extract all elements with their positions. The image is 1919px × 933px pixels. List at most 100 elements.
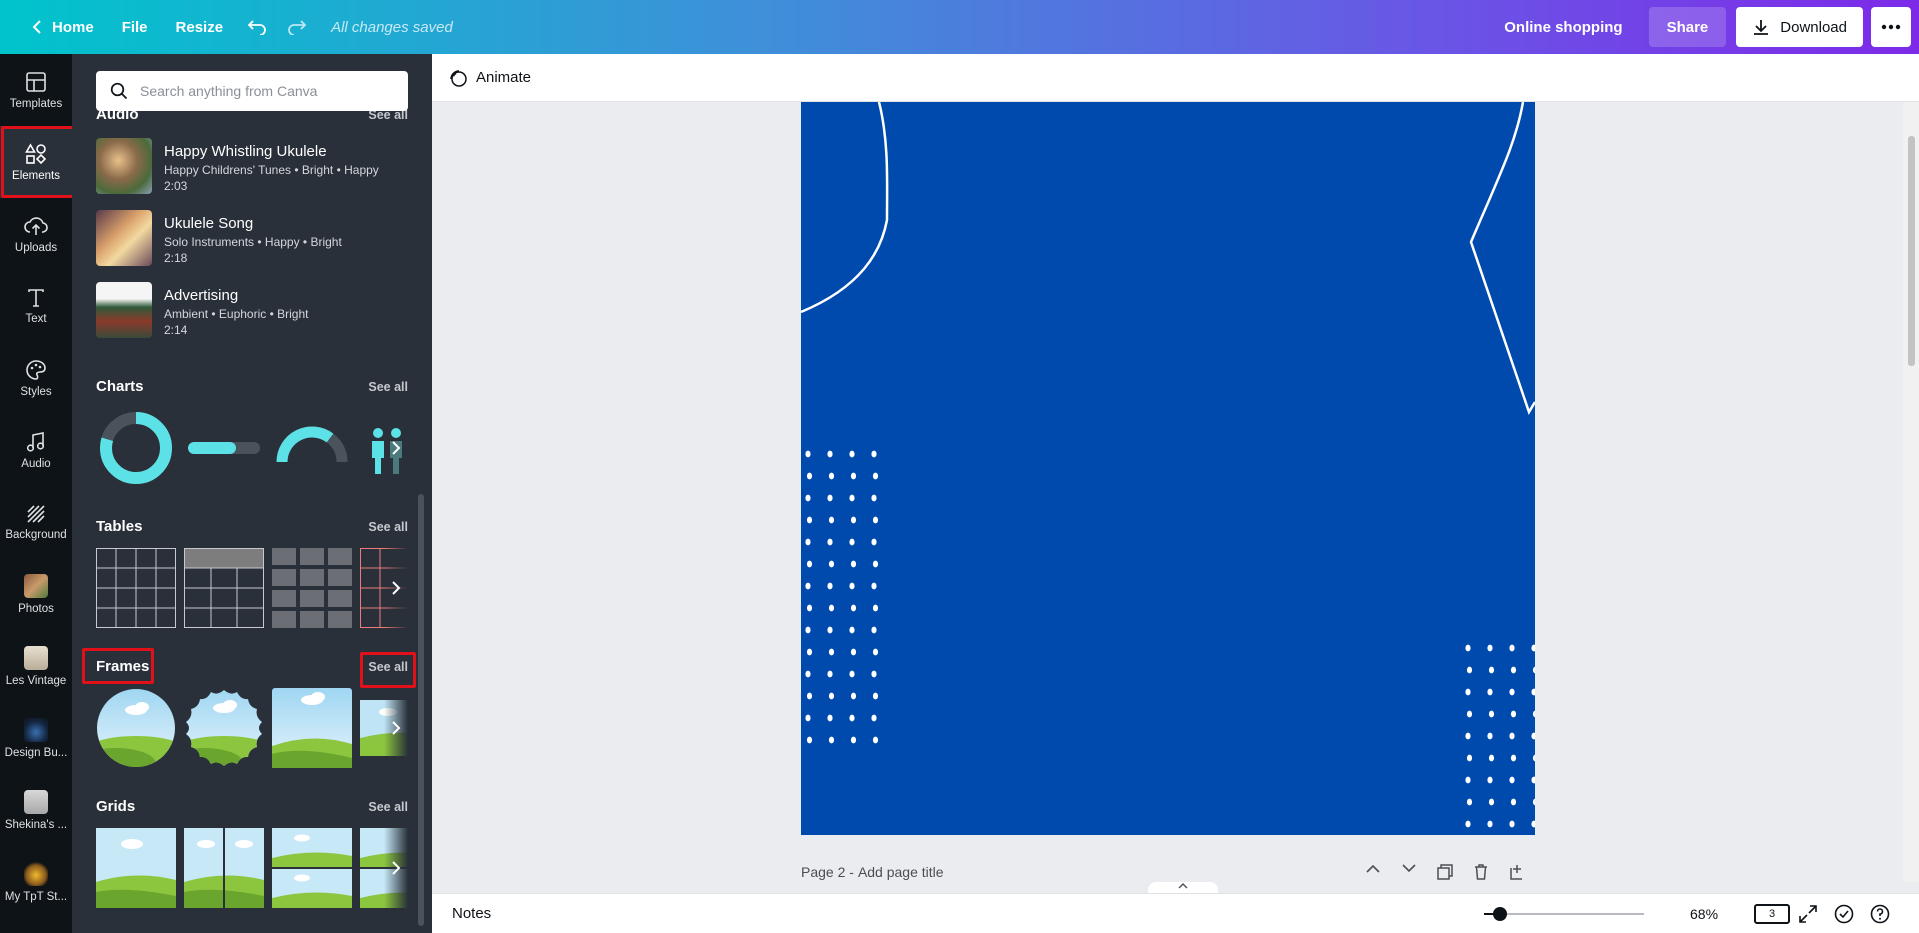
move-page-down-button[interactable] bbox=[1391, 864, 1427, 880]
add-page-icon bbox=[1510, 865, 1522, 880]
duplicate-page-button[interactable] bbox=[1427, 864, 1463, 880]
rail-item-les-vintage[interactable]: Les Vintage bbox=[0, 630, 72, 702]
zoom-slider[interactable] bbox=[1484, 907, 1644, 921]
audio-track[interactable]: Advertising Ambient • Euphoric • Bright … bbox=[96, 282, 408, 340]
canvas-scrollbar-thumb[interactable] bbox=[1908, 136, 1915, 366]
audio-track[interactable]: Ukulele Song Solo Instruments • Happy • … bbox=[96, 210, 408, 268]
grid-two-row-tile[interactable] bbox=[272, 828, 352, 908]
table-grid-icon bbox=[96, 548, 176, 628]
undo-icon bbox=[247, 20, 266, 35]
scalloped-frame-tile[interactable] bbox=[184, 688, 264, 768]
dot bbox=[827, 670, 833, 678]
trash-icon bbox=[1475, 864, 1487, 880]
grid-two-column-tile[interactable] bbox=[184, 828, 264, 908]
fullscreen-button[interactable] bbox=[1790, 905, 1826, 923]
canvas-scrollbar[interactable] bbox=[1903, 102, 1919, 882]
donut-chart-tile[interactable] bbox=[96, 408, 176, 488]
templates-icon bbox=[26, 71, 46, 92]
dot bbox=[871, 538, 877, 546]
square-frame-tile[interactable] bbox=[272, 688, 352, 768]
page-count-button[interactable]: 3 bbox=[1754, 904, 1790, 924]
tables-next-arrow[interactable] bbox=[384, 548, 408, 628]
rail-item-background[interactable]: Background bbox=[0, 486, 72, 558]
check-design-button[interactable] bbox=[1826, 904, 1862, 924]
add-page-button[interactable] bbox=[1499, 864, 1535, 880]
design-page[interactable] bbox=[801, 102, 1535, 835]
rail-item-templates[interactable]: Templates bbox=[0, 54, 72, 126]
photos-icon bbox=[24, 573, 48, 598]
help-button[interactable] bbox=[1862, 904, 1898, 924]
audio-track-info: Ukulele Song Solo Instruments • Happy • … bbox=[164, 210, 342, 268]
animate-button[interactable]: Animate bbox=[476, 69, 531, 86]
file-menu-button[interactable]: File bbox=[108, 7, 162, 47]
undo-button[interactable] bbox=[237, 7, 277, 47]
page-title-input[interactable]: Add page title bbox=[858, 864, 944, 880]
frames-section-header: Frames See all bbox=[96, 658, 408, 675]
notes-button[interactable]: Notes bbox=[452, 905, 491, 922]
left-dot-pattern bbox=[805, 450, 879, 744]
table-header-tile[interactable] bbox=[184, 548, 264, 628]
circle-frame-icon bbox=[97, 689, 175, 767]
zoom-slider-handle[interactable] bbox=[1493, 907, 1507, 921]
chevron-right-icon bbox=[392, 721, 401, 735]
panel-scrollbar[interactable] bbox=[418, 494, 424, 926]
grids-next-arrow[interactable] bbox=[384, 828, 408, 908]
zoom-level[interactable]: 68% bbox=[1690, 906, 1718, 922]
audio-track[interactable]: Happy Whistling Ukulele Happy Childrens'… bbox=[96, 138, 408, 196]
rail-item-audio[interactable]: Audio bbox=[0, 414, 72, 486]
table-plain-tile[interactable] bbox=[96, 548, 176, 628]
move-page-up-button[interactable] bbox=[1355, 864, 1391, 880]
dot bbox=[828, 692, 835, 700]
charts-see-all-link[interactable]: See all bbox=[368, 380, 408, 394]
audio-track-duration: 2:18 bbox=[164, 251, 188, 265]
more-options-button[interactable] bbox=[1871, 7, 1911, 47]
download-button[interactable]: Download bbox=[1736, 7, 1863, 47]
dot bbox=[871, 582, 877, 590]
design-title[interactable]: Online shopping bbox=[1504, 19, 1622, 36]
rail-item-styles[interactable]: Styles bbox=[0, 342, 72, 414]
dot bbox=[1465, 732, 1471, 740]
gauge-chart-tile[interactable] bbox=[272, 408, 352, 488]
top-bar: Home File Resize All changes saved Onlin… bbox=[0, 0, 1919, 54]
circle-frame-tile[interactable] bbox=[96, 688, 176, 768]
rail-item-my-tpt-store[interactable]: My TpT St... bbox=[0, 846, 72, 918]
left-rail: Templates Elements Uploads Text Styles A… bbox=[0, 54, 75, 933]
search-input[interactable] bbox=[140, 83, 390, 99]
frames-see-all-link[interactable]: See all bbox=[368, 660, 408, 674]
dot bbox=[806, 692, 813, 700]
grid-single-tile[interactable] bbox=[96, 828, 176, 908]
rail-item-shekinas[interactable]: Shekina's ... bbox=[0, 774, 72, 846]
resize-button[interactable]: Resize bbox=[162, 7, 238, 47]
rail-item-uploads[interactable]: Uploads bbox=[0, 198, 72, 270]
music-note-icon bbox=[26, 431, 45, 452]
bottom-bar: Notes 68% 3 bbox=[432, 893, 1919, 933]
table-filled-tile[interactable] bbox=[272, 548, 352, 628]
grids-see-all-link[interactable]: See all bbox=[368, 800, 408, 814]
dot bbox=[872, 516, 879, 524]
tables-see-all-link[interactable]: See all bbox=[368, 520, 408, 534]
progress-bar-tile[interactable] bbox=[184, 408, 264, 488]
dot bbox=[1510, 666, 1517, 674]
rail-item-photos[interactable]: Photos bbox=[0, 558, 72, 630]
grids-row bbox=[96, 828, 408, 908]
home-button[interactable]: Home bbox=[18, 7, 108, 47]
delete-page-button[interactable] bbox=[1463, 864, 1499, 880]
redo-button[interactable] bbox=[277, 7, 317, 47]
rail-item-design-bundle[interactable]: Design Bu... bbox=[0, 702, 72, 774]
dot bbox=[849, 670, 855, 678]
dot bbox=[805, 670, 811, 678]
dot bbox=[850, 472, 857, 480]
palette-icon bbox=[26, 359, 46, 380]
dot bbox=[1487, 732, 1493, 740]
share-button[interactable]: Share bbox=[1648, 7, 1727, 47]
rail-label: Audio bbox=[21, 457, 51, 470]
scalloped-frame-icon bbox=[186, 690, 262, 766]
audio-track-meta: Ambient • Euphoric • Bright bbox=[164, 307, 309, 321]
folder-thumb-icon bbox=[24, 861, 48, 886]
page-count: 3 bbox=[1754, 904, 1790, 924]
charts-next-arrow[interactable] bbox=[384, 408, 408, 488]
rail-item-text[interactable]: Text bbox=[0, 270, 72, 342]
search-box[interactable] bbox=[96, 71, 408, 111]
rail-item-elements[interactable]: Elements bbox=[0, 126, 75, 198]
frames-next-arrow[interactable] bbox=[384, 688, 408, 768]
